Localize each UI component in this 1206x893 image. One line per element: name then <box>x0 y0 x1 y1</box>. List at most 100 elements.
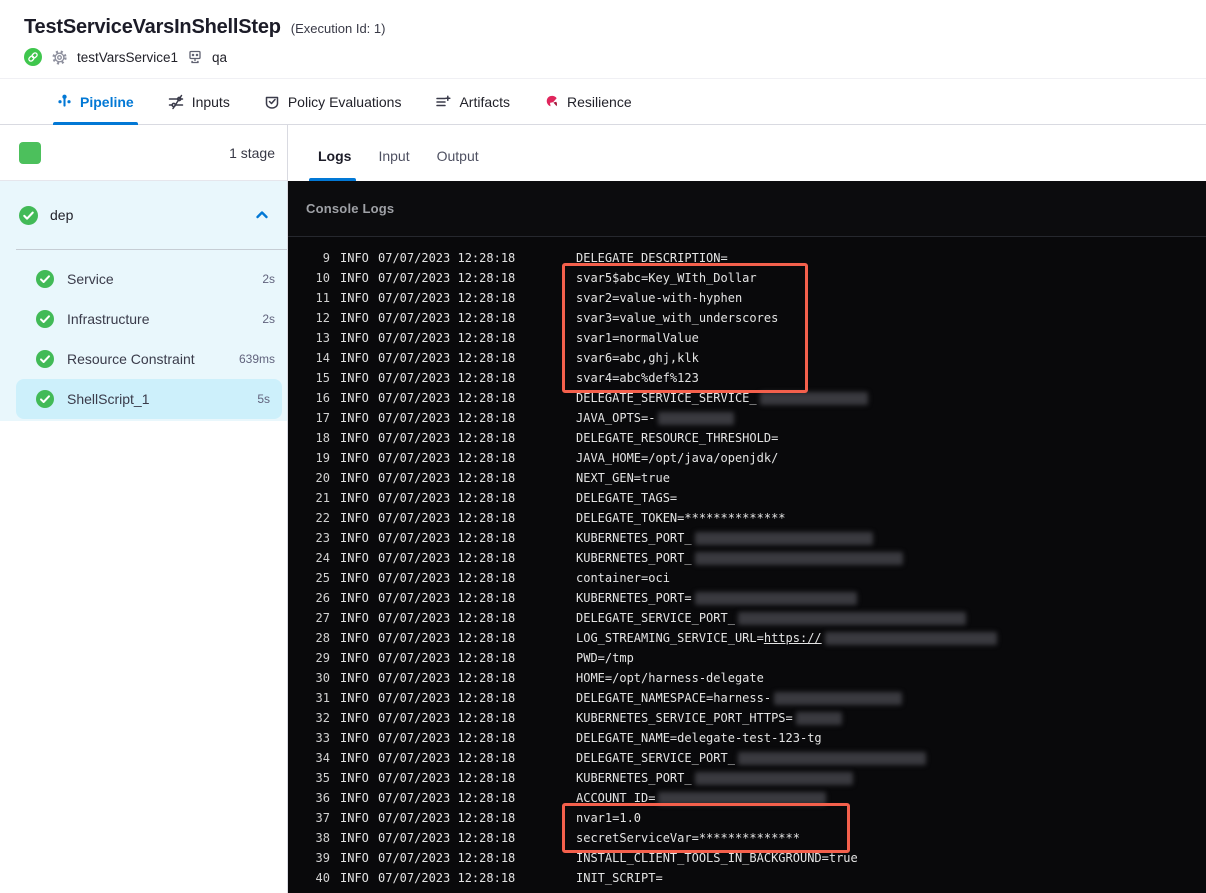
tab-artifacts[interactable]: Artifacts <box>435 79 510 124</box>
log-line-number: 37 <box>315 811 330 825</box>
log-message: LOG_STREAMING_SERVICE_URL= https:// <box>576 631 997 645</box>
stage-row-dep[interactable]: dep <box>0 181 287 249</box>
log-line-number: 11 <box>315 291 330 305</box>
log-timestamp: 07/07/2023 12:28:18 <box>378 611 516 625</box>
log-level: INFO <box>340 311 369 325</box>
console-header[interactable]: Console Logs <box>288 181 1206 237</box>
log-line-number: 21 <box>315 491 330 505</box>
log-line: 34 INFO 07/07/2023 12:28:18 DELEGATE_SERVIC… <box>288 748 1206 768</box>
step-label: ShellScript_1 <box>67 391 150 407</box>
log-level: INFO <box>340 831 369 845</box>
redacted-value <box>824 631 997 645</box>
log-timestamp: 07/07/2023 12:28:18 <box>378 371 516 385</box>
console-log-area[interactable]: 9 INFO 07/07/2023 12:28:18 DELEGATE_DESCRIP… <box>288 237 1206 893</box>
step-detail-tabs: Logs Input Output <box>288 125 1206 181</box>
tab-label: Policy Evaluations <box>287 93 402 110</box>
log-text: LOG_STREAMING_SERVICE_URL= <box>576 631 764 645</box>
log-line: 24 INFO 07/07/2023 12:28:18 KUBERNETES_PORT… <box>288 548 1206 568</box>
log-text: JAVA_OPTS=- <box>576 411 656 425</box>
log-line: 10 INFO 07/07/2023 12:28:18 svar5$abc=Key_W… <box>288 268 1206 288</box>
log-text: container=oci <box>576 571 670 585</box>
log-text: NEXT_GEN=true <box>576 471 670 485</box>
log-line-number: 29 <box>315 651 330 665</box>
page-title: TestServiceVarsInShellStep <box>24 16 281 38</box>
log-text: KUBERNETES_PORT= <box>576 591 692 605</box>
log-message: KUBERNETES_PORT= <box>576 591 857 605</box>
log-message: JAVA_HOME=/opt/java/openjdk/ <box>576 451 778 465</box>
artifacts-list-icon <box>435 94 452 110</box>
log-level: INFO <box>340 771 369 785</box>
log-message: NEXT_GEN=true <box>576 471 670 485</box>
log-line-number: 27 <box>315 611 330 625</box>
log-timestamp: 07/07/2023 12:28:18 <box>378 731 516 745</box>
log-message: HOME=/opt/harness-delegate <box>576 671 764 685</box>
log-message: DELEGATE_TAGS= <box>576 491 677 505</box>
log-line-number: 13 <box>315 331 330 345</box>
tab-inputs[interactable]: Inputs <box>168 79 230 124</box>
log-line-number: 18 <box>315 431 330 445</box>
step-row-service[interactable]: Service 2s <box>0 259 287 299</box>
log-message: PWD=/tmp <box>576 651 634 665</box>
inputs-icon <box>168 94 184 110</box>
log-line-number: 28 <box>315 631 330 645</box>
log-level: INFO <box>340 531 369 545</box>
log-level: INFO <box>340 731 369 745</box>
log-message: KUBERNETES_PORT_ <box>576 531 873 545</box>
log-message: KUBERNETES_SERVICE_PORT_HTTPS= <box>576 711 842 725</box>
tab-label: Inputs <box>191 93 230 110</box>
log-message: DELEGATE_SERVICE_SERVICE_ <box>576 391 868 405</box>
log-message: svar1=normalValue <box>576 331 699 345</box>
step-row-shellscript-1[interactable]: ShellScript_1 5s <box>16 379 282 419</box>
log-line: 17 INFO 07/07/2023 12:28:18 JAVA_OPTS=- <box>288 408 1206 428</box>
environment-name: qa <box>212 49 228 65</box>
log-text: ACCOUNT_ID= <box>576 791 656 805</box>
log-line-number: 39 <box>315 851 330 865</box>
log-timestamp: 07/07/2023 12:28:18 <box>378 591 516 605</box>
stage-minimap-square[interactable] <box>19 141 41 164</box>
redacted-value <box>694 551 903 565</box>
log-text: KUBERNETES_SERVICE_PORT_HTTPS= <box>576 711 793 725</box>
redacted-value <box>737 611 966 625</box>
log-line: 26 INFO 07/07/2023 12:28:18 KUBERNETES_PORT… <box>288 588 1206 608</box>
log-level: INFO <box>340 451 369 465</box>
log-level: INFO <box>340 851 369 865</box>
redacted-value <box>694 771 853 785</box>
log-message: svar6=abc,ghj,klk <box>576 351 699 365</box>
step-row-infrastructure[interactable]: Infrastructure 2s <box>0 299 287 339</box>
success-check-icon <box>36 310 54 328</box>
step-duration: 639ms <box>238 352 275 366</box>
log-timestamp: 07/07/2023 12:28:18 <box>378 551 516 565</box>
log-text: svar4=abc%def%123 <box>576 371 699 385</box>
tab-policy-evaluations[interactable]: Policy Evaluations <box>264 79 402 124</box>
step-duration: 5s <box>257 392 270 406</box>
tab-resilience[interactable]: Resilience <box>544 79 632 124</box>
log-timestamp: 07/07/2023 12:28:18 <box>378 451 516 465</box>
log-level: INFO <box>340 371 369 385</box>
log-level: INFO <box>340 511 369 525</box>
chevron-up-icon[interactable] <box>255 208 269 222</box>
log-text: svar2=value-with-hyphen <box>576 291 743 305</box>
tab-label: Pipeline <box>80 93 134 110</box>
log-message: secretServiceVar=************** <box>576 831 800 845</box>
log-level: INFO <box>340 711 369 725</box>
log-line: 29 INFO 07/07/2023 12:28:18 PWD=/tmp <box>288 648 1206 668</box>
tab-input[interactable]: Input <box>378 148 409 181</box>
log-text: DELEGATE_SERVICE_SERVICE_ <box>576 391 757 405</box>
stage-count-label: 1 stage <box>229 144 275 161</box>
tab-logs[interactable]: Logs <box>308 148 357 181</box>
log-timestamp: 07/07/2023 12:28:18 <box>378 251 516 265</box>
redacted-value <box>774 691 903 705</box>
tab-output[interactable]: Output <box>437 148 479 181</box>
log-timestamp: 07/07/2023 12:28:18 <box>378 711 516 725</box>
log-link[interactable]: https:// <box>764 631 822 645</box>
execution-header: TestServiceVarsInShellStep (Execution Id… <box>0 0 1206 78</box>
log-message: DELEGATE_SERVICE_PORT_ <box>576 751 926 765</box>
log-timestamp: 07/07/2023 12:28:18 <box>378 831 516 845</box>
step-row-resource-constraint[interactable]: Resource Constraint 639ms <box>0 339 287 379</box>
log-level: INFO <box>340 291 369 305</box>
log-line: 18 INFO 07/07/2023 12:28:18 DELEGATE_RESOUR… <box>288 428 1206 448</box>
log-line-number: 36 <box>315 791 330 805</box>
log-line-number: 20 <box>315 471 330 485</box>
log-message: INSTALL_CLIENT_TOOLS_IN_BACKGROUND=true <box>576 851 858 865</box>
tab-pipeline[interactable]: Pipeline <box>53 79 138 125</box>
